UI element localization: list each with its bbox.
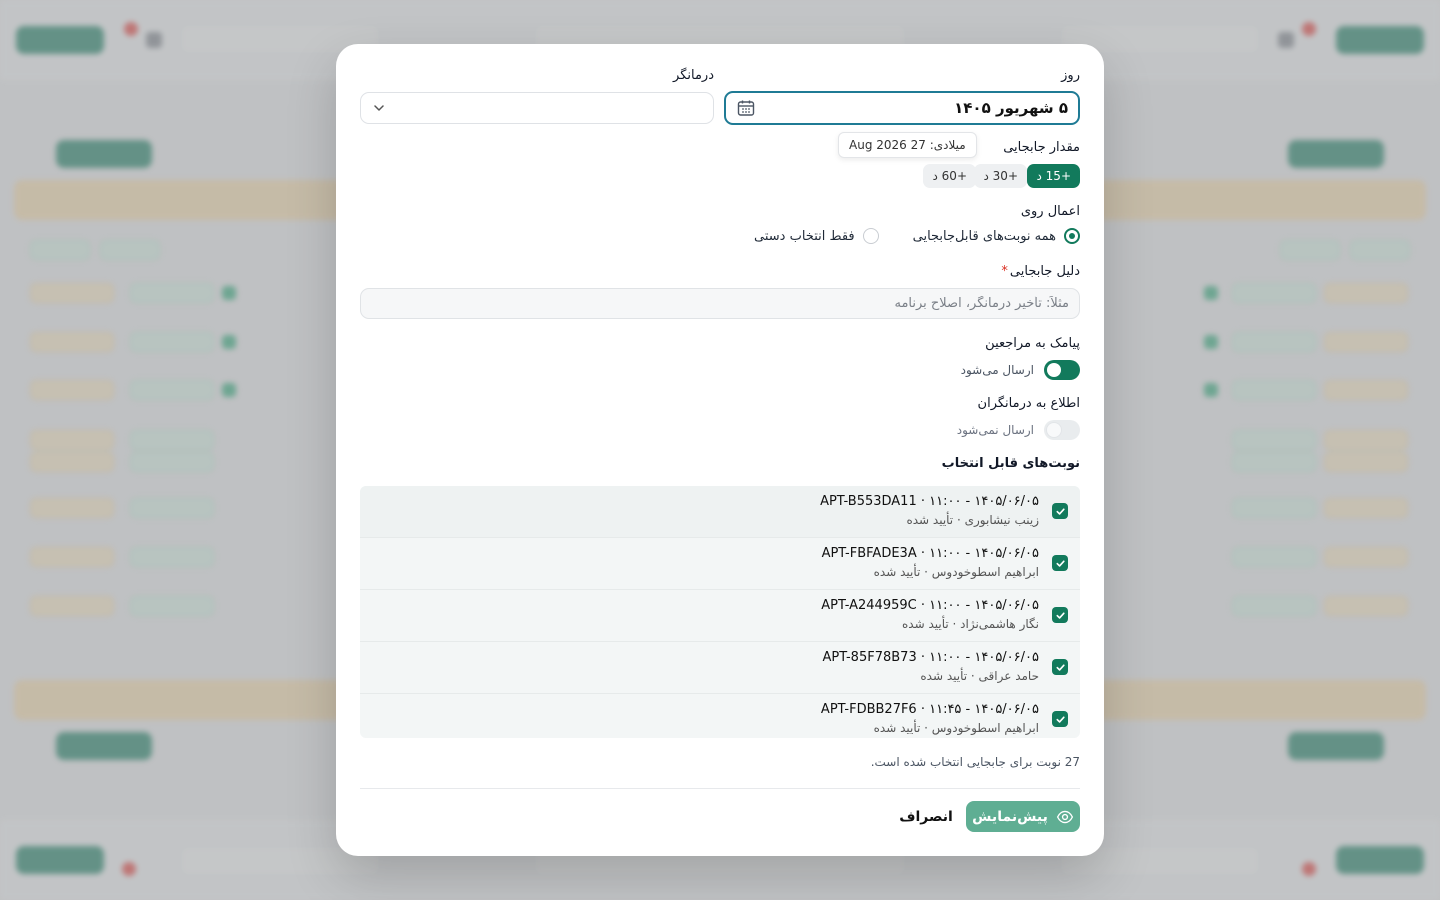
radio-all-movable[interactable] bbox=[1064, 228, 1080, 244]
notify-therapists-toggle-row: ارسال نمی‌شود bbox=[957, 420, 1080, 440]
appointment-title: APT-FDBB27F6 · ۱۱:۴۵ - ۱۴۰۵/۰۶/۰۵ bbox=[820, 702, 1039, 717]
radio-manual-only-label[interactable]: فقط انتخاب دستی bbox=[754, 229, 855, 244]
appointment-item[interactable]: APT-FDBB27F6 · ۱۱:۴۵ - ۱۴۰۵/۰۶/۰۵ ابراهی… bbox=[360, 694, 1080, 738]
appointment-title: APT-FBFADE3A · ۱۱:۰۰ - ۱۴۰۵/۰۶/۰۵ bbox=[821, 546, 1039, 561]
sms-clients-label: پیامک به مراجعین bbox=[985, 336, 1080, 351]
shift-amount-label: مقدار جابجایی bbox=[1003, 140, 1080, 155]
appointment-item[interactable]: APT-A244959C · ۱۱:۰۰ - ۱۴۰۵/۰۶/۰۵ نگار ه… bbox=[360, 590, 1080, 642]
appointment-title: APT-A244959C · ۱۱:۰۰ - ۱۴۰۵/۰۶/۰۵ bbox=[821, 598, 1039, 613]
footer-divider bbox=[360, 788, 1080, 789]
therapist-select[interactable] bbox=[360, 92, 714, 124]
appointment-item[interactable]: APT-FBFADE3A · ۱۱:۰۰ - ۱۴۰۵/۰۶/۰۵ ابراهی… bbox=[360, 538, 1080, 590]
checkbox-checked-icon[interactable] bbox=[1052, 607, 1068, 623]
appointment-subtitle: زینب نیشابوری · تأیید شده bbox=[906, 513, 1039, 527]
appointment-title: APT-B553DA11 · ۱۱:۰۰ - ۱۴۰۵/۰۶/۰۵ bbox=[820, 494, 1039, 509]
gregorian-date-tooltip: میلادی: 27 Aug 2026 bbox=[838, 132, 977, 158]
appointment-subtitle: ابراهیم اسطوخودوس · تأیید شده bbox=[873, 565, 1039, 579]
selection-summary: 27 نوبت برای جابجایی انتخاب شده است. bbox=[870, 755, 1080, 769]
appointment-subtitle: نگار هاشمی‌نژاد · تأیید شده bbox=[901, 617, 1039, 631]
appointment-subtitle: حامد عراقی · تأیید شده bbox=[920, 669, 1039, 683]
cancel-button[interactable]: انصراف bbox=[896, 801, 956, 832]
selectable-appointments-label: نوبت‌های قابل انتخاب bbox=[941, 456, 1080, 471]
radio-manual-only[interactable] bbox=[862, 228, 879, 244]
calendar-icon[interactable] bbox=[736, 98, 756, 118]
sms-clients-toggle[interactable] bbox=[1044, 360, 1080, 380]
notify-therapists-toggle[interactable] bbox=[1044, 420, 1080, 440]
notify-therapists-status: ارسال نمی‌شود bbox=[956, 423, 1034, 437]
checkbox-checked-icon[interactable] bbox=[1052, 503, 1068, 519]
required-mark: * bbox=[1001, 264, 1008, 279]
shift-reason-input[interactable] bbox=[360, 288, 1080, 319]
day-label: روز bbox=[1061, 68, 1080, 83]
apply-on-radio-group: همه نوبت‌های قابل‌جابجایی فقط انتخاب دست… bbox=[754, 228, 1080, 244]
chevron-down-icon bbox=[374, 105, 384, 111]
notify-therapists-label: اطلاع به درمانگران bbox=[977, 396, 1080, 411]
therapist-label: درمانگر bbox=[673, 68, 714, 83]
shift-reason-label-text: دلیل جابجایی bbox=[1009, 264, 1080, 279]
checkbox-checked-icon[interactable] bbox=[1052, 659, 1068, 675]
appointment-item[interactable]: APT-85F78B73 · ۱۱:۰۰ - ۱۴۰۵/۰۶/۰۵ حامد ع… bbox=[360, 642, 1080, 694]
date-picker-field[interactable]: ۵ شهریور ۱۴۰۵ bbox=[724, 91, 1080, 125]
shift-option-60[interactable]: +60 د bbox=[923, 164, 976, 188]
checkbox-checked-icon[interactable] bbox=[1052, 711, 1068, 727]
preview-button[interactable]: پیش‌نمایش bbox=[966, 801, 1080, 832]
sms-clients-status: ارسال می‌شود bbox=[960, 363, 1034, 377]
shift-reason-label: دلیل جابجایی* bbox=[1001, 264, 1080, 279]
checkbox-checked-icon[interactable] bbox=[1052, 555, 1068, 571]
radio-all-movable-label[interactable]: همه نوبت‌های قابل‌جابجایی bbox=[913, 229, 1056, 244]
sms-clients-toggle-row: ارسال می‌شود bbox=[961, 360, 1080, 380]
appointment-title: APT-85F78B73 · ۱۱:۰۰ - ۱۴۰۵/۰۶/۰۵ bbox=[822, 650, 1039, 665]
appointment-subtitle: ابراهیم اسطوخودوس · تأیید شده bbox=[873, 721, 1039, 735]
shift-option-30[interactable]: +30 د bbox=[974, 164, 1027, 188]
preview-button-label: پیش‌نمایش bbox=[972, 808, 1048, 825]
appointments-list[interactable]: APT-B553DA11 · ۱۱:۰۰ - ۱۴۰۵/۰۶/۰۵ زینب ن… bbox=[360, 486, 1080, 738]
appointment-item[interactable]: APT-B553DA11 · ۱۱:۰۰ - ۱۴۰۵/۰۶/۰۵ زینب ن… bbox=[360, 486, 1080, 538]
shift-appointments-dialog: روز درمانگر ۵ شهریور ۱۴۰۵ میلادی: 27 Aug… bbox=[336, 44, 1104, 856]
date-value: ۵ شهریور ۱۴۰۵ bbox=[954, 99, 1068, 117]
shift-option-15[interactable]: +15 د bbox=[1027, 164, 1080, 188]
toggle-knob bbox=[1047, 363, 1061, 377]
toggle-knob bbox=[1047, 423, 1061, 437]
apply-on-label: اعمال روی bbox=[1020, 204, 1080, 219]
eye-icon bbox=[1056, 810, 1073, 823]
